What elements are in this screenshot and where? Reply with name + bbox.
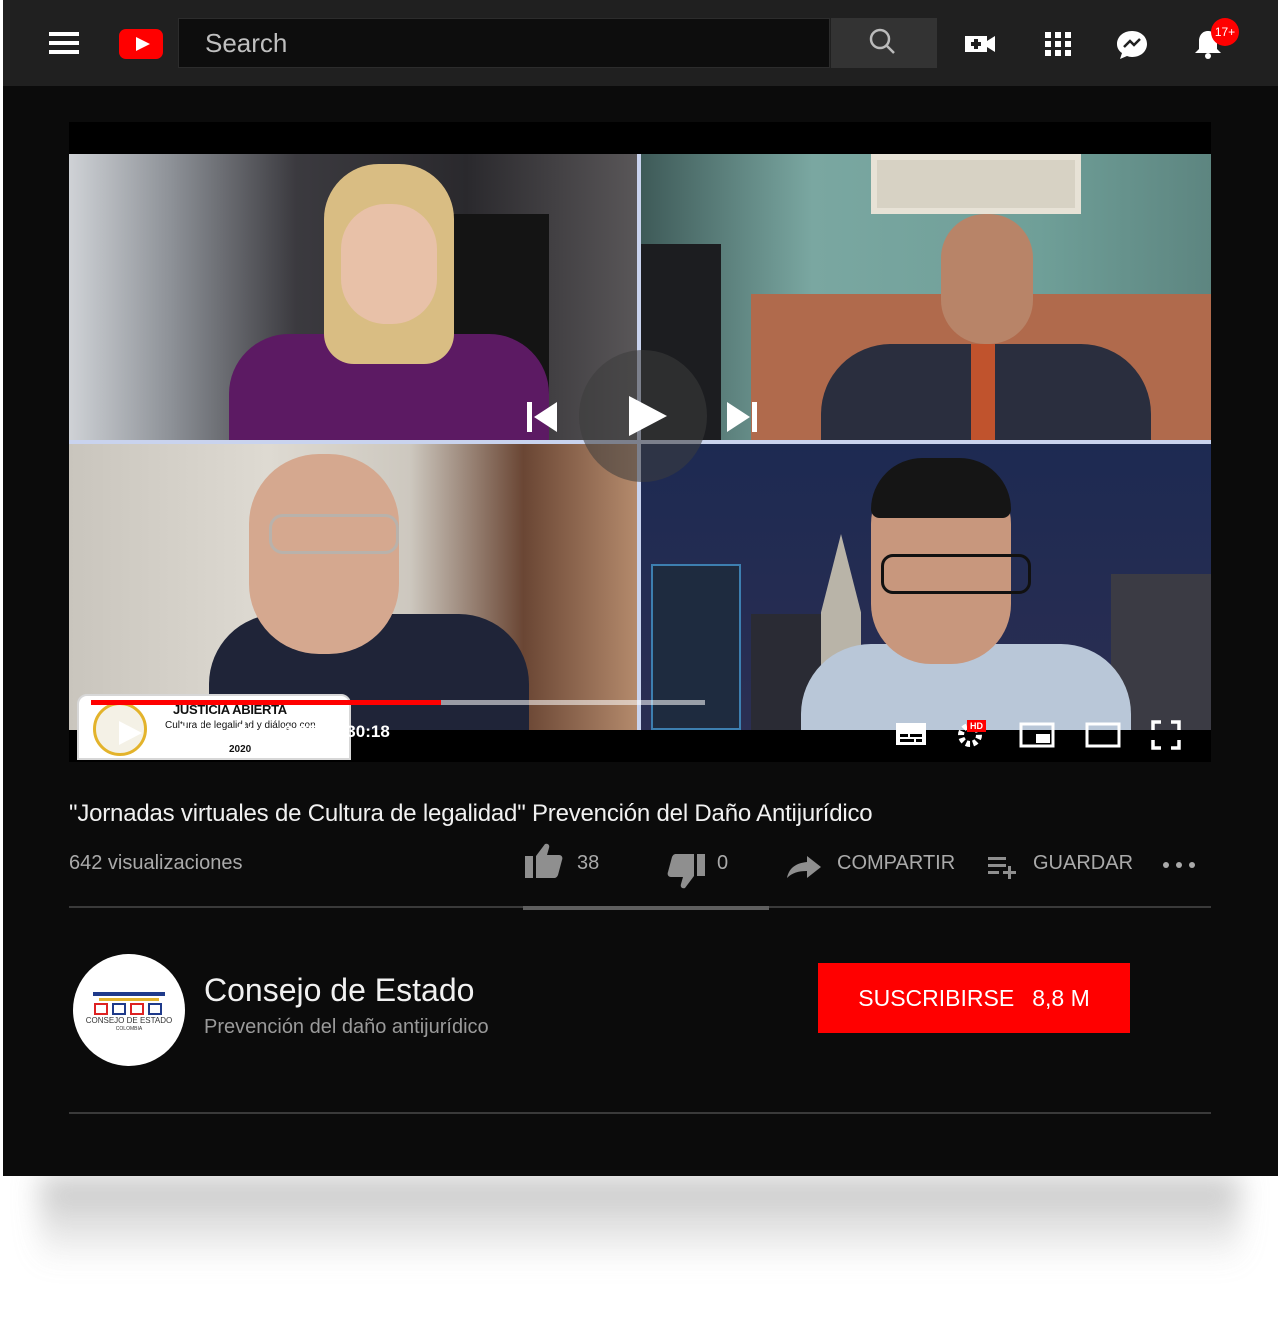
theater-icon[interactable]: [1085, 722, 1121, 748]
top-bar: 17+: [3, 0, 1278, 86]
messages-icon[interactable]: [1115, 28, 1149, 60]
subtitles-icon[interactable]: [895, 722, 927, 746]
next-center-icon[interactable]: [725, 400, 759, 434]
subscribe-label: SUSCRIBIRSE: [858, 984, 1015, 1011]
next-icon[interactable]: [179, 722, 203, 746]
like-count: 38: [577, 852, 600, 874]
video-tile-bottom-right: [641, 444, 1211, 730]
miniplayer-icon[interactable]: [1019, 722, 1055, 748]
channel-logo: CONSEJO DE ESTADO COLOMBIA: [86, 992, 173, 1032]
window-shadow: [40, 1176, 1240, 1266]
logo-text: CONSEJO DE ESTADO: [86, 1016, 173, 1025]
channel-avatar[interactable]: CONSEJO DE ESTADO COLOMBIA: [73, 954, 185, 1066]
volume-icon[interactable]: [229, 720, 259, 746]
view-count: 642 visualizaciones: [69, 852, 243, 874]
video-tile-top-left: [69, 154, 637, 440]
share-button[interactable]: COMPARTIR: [837, 852, 955, 875]
subscriber-count: 8,8 M: [1032, 984, 1090, 1011]
dislike-icon[interactable]: [667, 852, 707, 890]
like-ratio-bar: [523, 906, 769, 910]
search-icon: [869, 28, 895, 54]
logo-subtext: COLOMBIA: [116, 1026, 143, 1032]
search-input[interactable]: [178, 18, 830, 68]
channel-name[interactable]: Consejo de Estado: [204, 972, 474, 1009]
dislike-count: 0: [717, 852, 729, 874]
save-button[interactable]: GUARDAR: [1033, 852, 1133, 875]
menu-icon[interactable]: [49, 32, 79, 54]
search-button[interactable]: [831, 18, 937, 68]
apps-grid-icon[interactable]: [1041, 28, 1075, 60]
fullscreen-icon[interactable]: [1151, 720, 1181, 750]
like-icon[interactable]: [523, 842, 563, 880]
save-playlist-icon[interactable]: [987, 854, 1017, 880]
create-video-icon[interactable]: [963, 28, 997, 60]
channel-subtitle: Prevención del daño antijurídico: [204, 1016, 489, 1038]
play-icon[interactable]: [117, 720, 143, 746]
video-tile-top-right: [641, 154, 1211, 440]
play-center-icon[interactable]: [625, 394, 669, 438]
video-player[interactable]: JUSTICIA ABIERTA Cultura de legalidad y …: [69, 122, 1211, 762]
youtube-window: 17+: [3, 0, 1278, 1176]
youtube-logo[interactable]: [119, 29, 163, 59]
video-tile-bottom-left: [69, 444, 637, 730]
more-icon[interactable]: [1161, 860, 1197, 870]
subscribe-button[interactable]: SUSCRIBIRSE 8,8 M: [818, 963, 1130, 1033]
notification-badge: 17+: [1211, 18, 1239, 46]
hd-badge: HD: [967, 720, 986, 732]
video-title: "Jornadas virtuales de Cultura de legali…: [69, 800, 873, 827]
channel-divider: [69, 1112, 1211, 1114]
share-icon[interactable]: [785, 854, 823, 880]
progress-fill: [91, 700, 441, 705]
time-display: 3:35 / 1:30:18: [283, 722, 390, 741]
previous-icon[interactable]: [525, 400, 559, 434]
